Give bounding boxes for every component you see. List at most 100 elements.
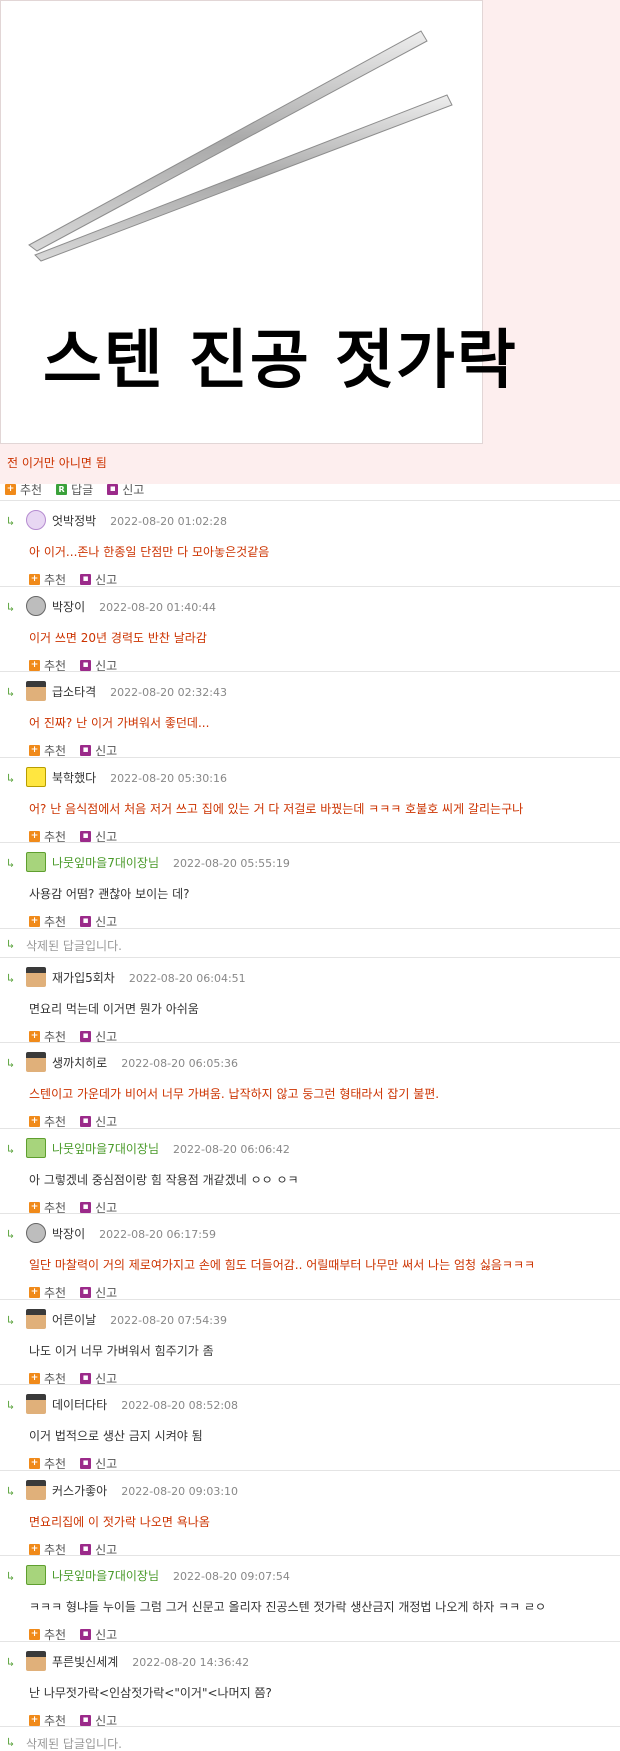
comment-author[interactable]: 나뭇잎마을7대이장님 2022-08-20 06:06:42 (52, 1140, 290, 1157)
plus-icon: + (5, 484, 16, 495)
report-button[interactable]: ▪ 신고 (107, 481, 144, 498)
author-name[interactable]: 박장이 (52, 600, 85, 614)
comment-date: 2022-08-20 07:54:39 (110, 1313, 227, 1327)
plus-icon: + (29, 1030, 40, 1042)
report-icon: ▪ (80, 916, 92, 927)
comment-author[interactable]: 나뭇잎마을7대이장님 2022-08-20 05:55:19 (52, 854, 290, 871)
reply-arrow-icon: ↳ (7, 1398, 15, 1412)
comment-date: 2022-08-20 06:17:59 (99, 1228, 216, 1241)
comment-item: ↳ 급소타격 2022-08-20 02:32:43 어 진짜? 난 이거 가벼워서 … (0, 671, 620, 758)
purple-avatar-icon[interactable] (26, 510, 46, 530)
report-icon: ▪ (80, 830, 92, 842)
author-name[interactable]: 커스가좋아 (52, 1484, 107, 1498)
plus-icon: + (29, 659, 40, 671)
reply-arrow-icon: ↳ (7, 685, 15, 699)
comment-author[interactable]: 데이터다타 2022-08-20 08:52:08 (52, 1396, 238, 1413)
author-name[interactable]: 데이터다타 (52, 1398, 107, 1412)
comment-text: 어? 난 음식점에서 처음 저거 쓰고 집에 있는 거 다 저걸로 바꿨는데 ㅋ… (29, 801, 524, 816)
recommend-button[interactable]: + 추천 (5, 481, 42, 498)
gray-avatar-icon[interactable] (26, 1223, 46, 1243)
comment-author[interactable]: 박장이 2022-08-20 01:40:44 (52, 598, 216, 615)
report-icon: ▪ (80, 574, 92, 585)
comment-author[interactable]: 재가입5회차 2022-08-20 06:04:51 (52, 969, 246, 986)
comment-author[interactable]: 커스가좋아 2022-08-20 09:03:10 (52, 1482, 238, 1499)
comment-item: ↳ 엇박정박 2022-08-20 01:02:28 아 이거...존나 한종일 단점… (0, 500, 620, 587)
comment-author[interactable]: 박장이 2022-08-20 06:17:59 (52, 1225, 216, 1242)
author-name[interactable]: 어른이날 (52, 1313, 96, 1327)
chopsticks-image: 스텐 진공 젓가락 (0, 0, 516, 444)
author-name[interactable]: 북학했다 (52, 771, 96, 785)
post-area: 스텐 진공 젓가락 전 이거만 아니면 됨 + 추천 R 답글 ▪ 신고 (0, 0, 620, 497)
reply-arrow-icon: ↳ (7, 1141, 15, 1156)
author-name[interactable]: 엇박정박 (52, 514, 96, 528)
comment-text: 스텐이고 가운데가 비어서 너무 가벼움. 납작하지 않고 둥그런 형태라서 잡… (29, 1087, 440, 1101)
report-icon: ▪ (80, 659, 92, 671)
reply-arrow-icon: ↳ (7, 1227, 15, 1241)
author-name[interactable]: 푸른빛신세계 (52, 1655, 118, 1669)
author-name[interactable]: 나뭇잎마을7대이장님 (52, 1142, 159, 1156)
reply-icon: R (56, 484, 68, 495)
reply-button[interactable]: R 답글 (56, 481, 93, 498)
comment-date: 2022-08-20 01:40:44 (99, 600, 216, 614)
author-name[interactable]: 나뭇잎마을7대이장님 (52, 1569, 159, 1583)
reply-arrow-icon: ↳ (7, 770, 15, 785)
yellow-avatar-icon[interactable] (26, 766, 46, 787)
comment-date: 2022-08-20 05:55:19 (173, 857, 290, 870)
comment-text: 사용감 어떰? 괜찮아 보이는 데? (29, 887, 190, 901)
chopsticks-illustration (28, 30, 453, 262)
author-name[interactable]: 재가입5회차 (52, 971, 115, 985)
brown-avatar-icon[interactable] (26, 1394, 46, 1414)
plus-icon: + (29, 1372, 40, 1384)
comment-text: 면요리 먹는데 이거면 뭔가 아쉬움 (29, 1001, 199, 1016)
comment-text: 이거 쓰면 20년 경력도 반찬 날라감 (29, 630, 207, 645)
comment-author[interactable]: 북학했다 2022-08-20 05:30:16 (52, 769, 227, 786)
brown-avatar-icon[interactable] (26, 1479, 46, 1500)
green-avatar-icon[interactable] (26, 1137, 46, 1158)
recommend-label: 추천 (20, 483, 43, 497)
author-name[interactable]: 나뭇잎마을7대이장님 (52, 856, 159, 870)
reply-arrow-icon: ↳ (7, 936, 15, 951)
reply-arrow-icon: ↳ (7, 970, 15, 985)
plus-icon: + (29, 916, 40, 927)
report-icon: ▪ (80, 1287, 92, 1298)
deleted-comment: ↳ 삭제된 답글입니다. (0, 1726, 620, 1751)
green-avatar-icon[interactable] (26, 1565, 46, 1585)
reply-arrow-icon: ↳ (7, 1654, 15, 1669)
comment-author[interactable]: 생까치히로 2022-08-20 06:05:36 (52, 1054, 238, 1071)
comment-text: 난 나무젓가락<인삼젓가락<"이거"<나머지 쯤? (29, 1685, 272, 1700)
deleted-comment: ↳ 삭제된 답글입니다. (0, 927, 620, 957)
author-name[interactable]: 생까치히로 (52, 1056, 107, 1070)
reply-arrow-icon: ↳ (7, 1056, 15, 1070)
comment-item: ↳ 재가입5회차 2022-08-20 06:04:51 면요리 먹는데 이거면 뭔가… (0, 956, 620, 1044)
author-name[interactable]: 급소타격 (52, 685, 96, 699)
comment-author[interactable]: 급소타격 2022-08-20 02:32:43 (52, 683, 227, 700)
author-name[interactable]: 박장이 (52, 1227, 85, 1241)
plus-icon: + (29, 1458, 40, 1469)
deleted-comment-text: 삭제된 답글입니다. (26, 1737, 122, 1751)
comment-text: 어 진짜? 난 이거 가벼워서 좋던데... (29, 716, 210, 730)
comment-item: ↳ 데이터다타 2022-08-20 08:52:08 이거 법적으로 생산 금지 시… (0, 1384, 620, 1471)
comment-item: ↳ 커스가좋아 2022-08-20 09:03:10 면요리집에 이 젓가락 나오면… (0, 1469, 620, 1557)
comment-author[interactable]: 푸른빛신세계 2022-08-20 14:36:42 (52, 1653, 249, 1670)
comment-date: 2022-08-20 01:02:28 (110, 515, 227, 528)
comment-author[interactable]: 나뭇잎마을7대이장님 2022-08-20 09:07:54 (52, 1567, 290, 1584)
report-icon: ▪ (80, 1372, 92, 1384)
report-label: 신고 (122, 483, 145, 497)
comment-author[interactable]: 엇박정박 2022-08-20 01:02:28 (52, 512, 227, 529)
brown-avatar-icon[interactable] (26, 1052, 46, 1072)
comment-text: 나도 이거 너무 가벼워서 힘주기가 좀 (29, 1343, 214, 1358)
comment-item: ↳ 어른이날 2022-08-20 07:54:39 나도 이거 너무 가벼워서 힘주… (0, 1298, 620, 1386)
brown-avatar-icon[interactable] (26, 966, 46, 987)
comment-text: 면요리집에 이 젓가락 나오면 욕나옴 (29, 1514, 210, 1529)
report-icon: ▪ (107, 484, 119, 495)
reply-arrow-icon: ↳ (7, 1735, 15, 1749)
report-icon: ▪ (80, 1629, 92, 1640)
brown-avatar-icon[interactable] (26, 1308, 46, 1329)
reply-arrow-icon: ↳ (7, 1569, 15, 1583)
gray-avatar-icon[interactable] (26, 595, 46, 616)
brown-avatar-icon[interactable] (26, 1650, 46, 1671)
brown-avatar-icon[interactable] (26, 681, 46, 701)
comment-list: ↳ 엇박정박 2022-08-20 01:02:28 아 이거...존나 한종일 단점… (0, 500, 620, 1751)
comment-author[interactable]: 어른이날 2022-08-20 07:54:39 (52, 1311, 227, 1328)
green-avatar-icon[interactable] (26, 852, 46, 872)
